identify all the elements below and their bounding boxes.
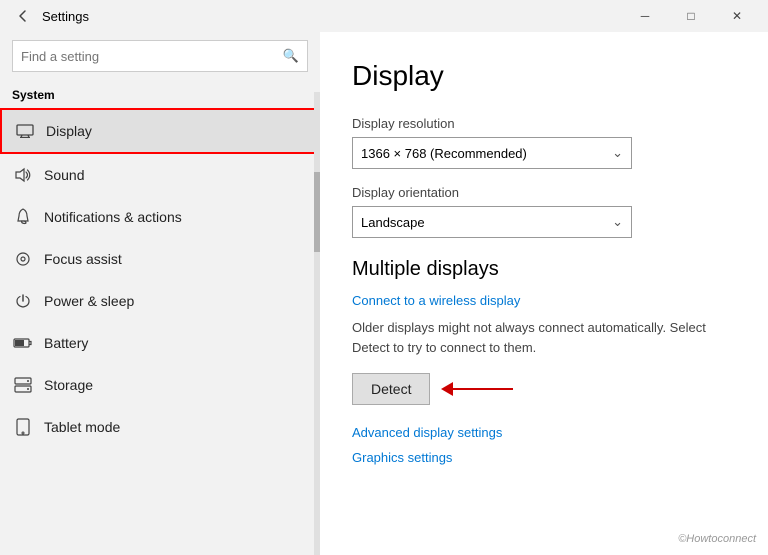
sidebar-item-battery-label: Battery: [44, 335, 88, 351]
page-title: Display: [352, 60, 736, 92]
arrow-head: [441, 382, 453, 396]
sidebar-item-focus[interactable]: Focus assist: [0, 238, 320, 280]
sidebar-item-power-label: Power & sleep: [44, 293, 134, 309]
maximize-button[interactable]: □: [668, 0, 714, 32]
sidebar-item-notifications[interactable]: Notifications & actions: [0, 196, 320, 238]
wireless-display-link[interactable]: Connect to a wireless display: [352, 293, 736, 308]
sidebar-item-display-label: Display: [46, 123, 92, 139]
graphics-settings-link[interactable]: Graphics settings: [352, 450, 736, 465]
window-title: Settings: [38, 9, 622, 24]
search-box[interactable]: 🔍: [12, 40, 308, 72]
resolution-value: 1366 × 768 (Recommended): [361, 146, 527, 161]
sound-icon: [12, 164, 34, 186]
orientation-dropdown[interactable]: Landscape ⌄: [352, 206, 632, 238]
close-button[interactable]: ✕: [714, 0, 760, 32]
app-body: 🔍 System Display: [0, 32, 768, 555]
arrow-indicator: [442, 382, 513, 396]
arrow-line: [453, 388, 513, 390]
sidebar-item-tablet[interactable]: Tablet mode: [0, 406, 320, 448]
resolution-dropdown-arrow: ⌄: [612, 145, 623, 161]
multiple-displays-heading: Multiple displays: [352, 258, 736, 281]
battery-icon: [12, 332, 34, 354]
sidebar-item-storage[interactable]: Storage: [0, 364, 320, 406]
sidebar: 🔍 System Display: [0, 32, 320, 555]
main-content: Display Display resolution 1366 × 768 (R…: [320, 32, 768, 555]
search-input[interactable]: [21, 49, 283, 64]
tablet-icon: [12, 416, 34, 438]
advanced-display-link[interactable]: Advanced display settings: [352, 425, 736, 440]
sidebar-item-sound-label: Sound: [44, 167, 84, 183]
power-icon: [12, 290, 34, 312]
resolution-label: Display resolution: [352, 116, 736, 131]
sidebar-section-label: System: [0, 84, 320, 108]
orientation-dropdown-arrow: ⌄: [612, 214, 623, 230]
back-icon: [16, 9, 30, 23]
sidebar-item-storage-label: Storage: [44, 377, 93, 393]
resolution-dropdown[interactable]: 1366 × 768 (Recommended) ⌄: [352, 137, 632, 169]
storage-icon: [12, 374, 34, 396]
sidebar-item-tablet-label: Tablet mode: [44, 419, 120, 435]
detect-button[interactable]: Detect: [352, 373, 430, 405]
sidebar-item-power[interactable]: Power & sleep: [0, 280, 320, 322]
sidebar-item-battery[interactable]: Battery: [0, 322, 320, 364]
sidebar-item-sound[interactable]: Sound: [0, 154, 320, 196]
window-controls: ─ □ ✕: [622, 0, 760, 32]
sidebar-item-display[interactable]: Display: [0, 108, 320, 154]
watermark: ©Howtoconnect: [678, 533, 756, 545]
sidebar-item-notifications-label: Notifications & actions: [44, 209, 182, 225]
detect-section: Detect: [352, 373, 736, 405]
detect-description: Older displays might not always connect …: [352, 318, 736, 357]
back-button[interactable]: [8, 1, 38, 31]
titlebar: Settings ─ □ ✕: [0, 0, 768, 32]
orientation-value: Landscape: [361, 215, 425, 230]
sidebar-item-focus-label: Focus assist: [44, 251, 122, 267]
search-icon: 🔍: [283, 48, 299, 64]
notifications-icon: [12, 206, 34, 228]
minimize-button[interactable]: ─: [622, 0, 668, 32]
display-icon: [14, 120, 36, 142]
orientation-label: Display orientation: [352, 185, 736, 200]
sidebar-scroll: Display Sound: [0, 108, 320, 555]
focus-icon: [12, 248, 34, 270]
